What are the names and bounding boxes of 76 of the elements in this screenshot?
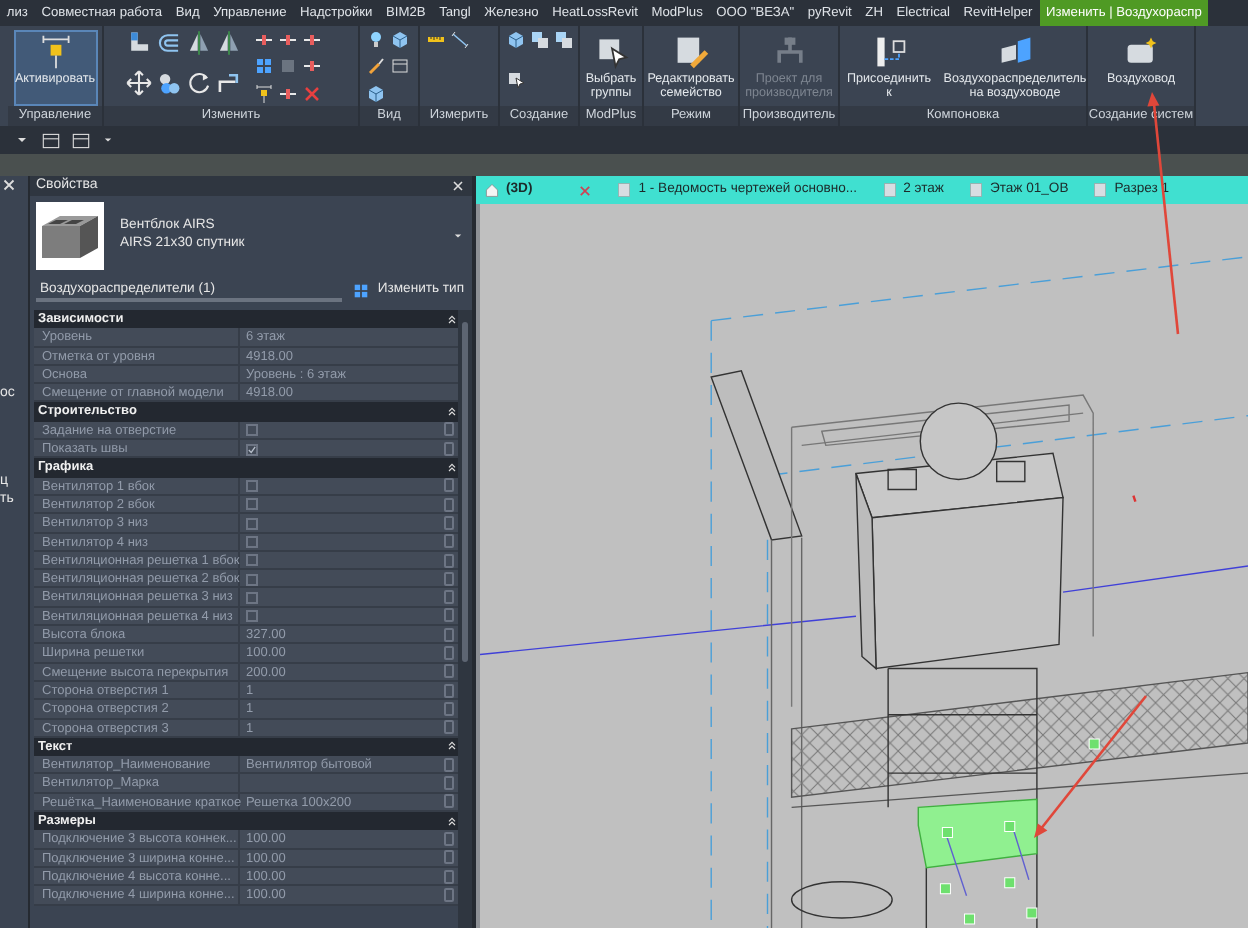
associate-parameter-button[interactable]	[444, 478, 454, 493]
collapse-icon	[446, 740, 458, 753]
associate-parameter-button[interactable]	[444, 608, 454, 623]
associate-parameter-button[interactable]	[444, 887, 454, 902]
associate-parameter-button[interactable]	[444, 441, 454, 456]
sheet-icon	[616, 182, 633, 198]
corner-icon[interactable]	[125, 30, 151, 56]
split-icon[interactable]	[301, 56, 321, 77]
sheet-icon	[881, 182, 898, 198]
split-icon[interactable]	[277, 30, 297, 50]
checkbox[interactable]	[246, 424, 258, 437]
split-icon[interactable]	[253, 30, 273, 50]
vent-block-drawing	[36, 202, 104, 270]
associate-parameter-button[interactable]	[444, 664, 454, 679]
associate-parameter-button[interactable]	[444, 757, 454, 772]
associate-parameter-button[interactable]	[444, 683, 454, 698]
pin-icon[interactable]	[253, 83, 273, 104]
select-icon	[593, 34, 629, 70]
checkbox[interactable]	[246, 443, 258, 456]
rotate-icon[interactable]	[185, 70, 211, 96]
toolbar-icon[interactable]	[70, 129, 92, 151]
split-icon[interactable]	[301, 30, 321, 50]
annotation-arrow	[1034, 695, 1147, 838]
associate-parameter-button[interactable]	[444, 497, 454, 512]
mirror-icon[interactable]	[215, 30, 241, 56]
split-icon[interactable]	[277, 83, 297, 104]
brush-icon[interactable]	[365, 56, 385, 77]
associate-parameter-button[interactable]	[444, 422, 454, 437]
pin-icon	[37, 34, 73, 70]
dimension-icon[interactable]	[449, 30, 469, 50]
associate-parameter-button[interactable]	[444, 534, 454, 549]
scrollbar-thumb[interactable]	[462, 322, 468, 662]
associate-parameter-button[interactable]	[444, 794, 454, 809]
model-3d-drawing[interactable]	[480, 255, 1248, 928]
associate-parameter-button[interactable]	[444, 869, 454, 884]
checkbox[interactable]	[246, 480, 258, 493]
select-icon[interactable]	[505, 70, 525, 90]
associate-parameter-button[interactable]	[444, 720, 454, 735]
cube-icon[interactable]	[365, 83, 385, 104]
circles-icon[interactable]	[155, 70, 181, 96]
checkbox[interactable]	[246, 573, 258, 586]
connect-icon	[871, 34, 907, 70]
mirror-icon[interactable]	[185, 30, 211, 56]
collapse-icon	[446, 462, 458, 475]
associate-parameter-button[interactable]	[444, 553, 454, 567]
move-icon[interactable]	[125, 70, 151, 96]
checkbox[interactable]	[246, 610, 258, 623]
associate-parameter-button[interactable]	[444, 831, 454, 846]
collapse-icon	[446, 815, 458, 828]
sheet-icon	[967, 182, 984, 198]
collapse-icon	[446, 313, 458, 326]
edit-icon	[673, 34, 709, 70]
checkbox[interactable]	[246, 517, 258, 530]
house-icon	[484, 182, 500, 198]
checkbox[interactable]	[246, 554, 258, 567]
trim-icon[interactable]	[215, 70, 241, 96]
cube-icon[interactable]	[389, 30, 409, 50]
grid-icon[interactable]	[253, 56, 273, 77]
sheet-icon	[1092, 182, 1109, 198]
checkbox[interactable]	[246, 536, 258, 549]
associate-parameter-button[interactable]	[444, 850, 454, 865]
toolbar-icon[interactable]	[40, 129, 62, 151]
grid-icon	[351, 281, 370, 299]
associate-parameter-button[interactable]	[444, 627, 454, 642]
associate-parameter-button[interactable]	[444, 571, 454, 586]
checkbox[interactable]	[246, 591, 258, 604]
offset-icon[interactable]	[155, 30, 181, 56]
collapse-icon	[446, 406, 458, 419]
associate-parameter-button[interactable]	[444, 701, 454, 716]
checkbox[interactable]	[246, 498, 258, 511]
associate-parameter-button[interactable]	[444, 590, 454, 605]
associate-parameter-button[interactable]	[444, 776, 454, 791]
cube-icon[interactable]	[505, 30, 525, 50]
associate-parameter-button[interactable]	[444, 645, 454, 660]
associate-parameter-button[interactable]	[444, 515, 454, 530]
bulb-icon[interactable]	[365, 30, 385, 50]
